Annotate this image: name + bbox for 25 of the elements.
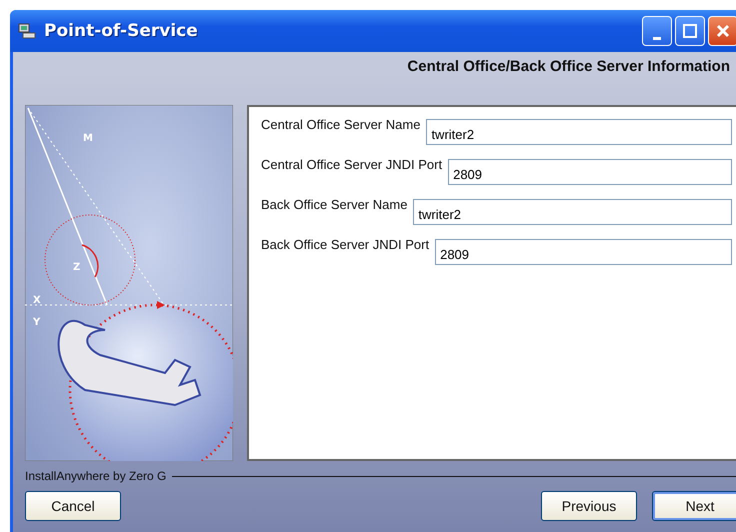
next-button[interactable]: Next xyxy=(652,491,736,521)
field-label: Back Office Server JNDI Port xyxy=(261,236,430,252)
axis-letter: Z xyxy=(73,262,80,273)
close-icon xyxy=(716,24,730,38)
maximize-icon xyxy=(683,24,697,38)
previous-button[interactable]: Previous xyxy=(541,491,637,521)
field-label: Back Office Server Name xyxy=(261,196,408,212)
footer-label: InstallAnywhere by Zero G xyxy=(25,469,166,483)
input-field[interactable]: 2809 xyxy=(435,239,732,265)
maximize-button[interactable] xyxy=(675,16,705,46)
input-field[interactable]: 2809 xyxy=(448,159,732,185)
field-label: Central Office Server Name xyxy=(261,116,420,132)
cancel-button[interactable]: Cancel xyxy=(25,491,121,521)
axis-letter: M xyxy=(83,133,93,144)
axis-letter: X xyxy=(33,295,41,306)
minimize-icon xyxy=(653,36,661,40)
close-button[interactable] xyxy=(708,16,736,46)
page-heading: Central Office/Back Office Server Information xyxy=(406,57,731,77)
window-title: Point-of-Service xyxy=(44,21,198,41)
input-field[interactable]: twriter2 xyxy=(426,119,732,145)
computer-icon xyxy=(18,23,36,39)
field-label: Central Office Server JNDI Port xyxy=(261,156,442,172)
minimize-button[interactable] xyxy=(642,16,672,46)
axis-letter: Y xyxy=(33,317,40,328)
input-field[interactable]: twriter2 xyxy=(413,199,732,225)
